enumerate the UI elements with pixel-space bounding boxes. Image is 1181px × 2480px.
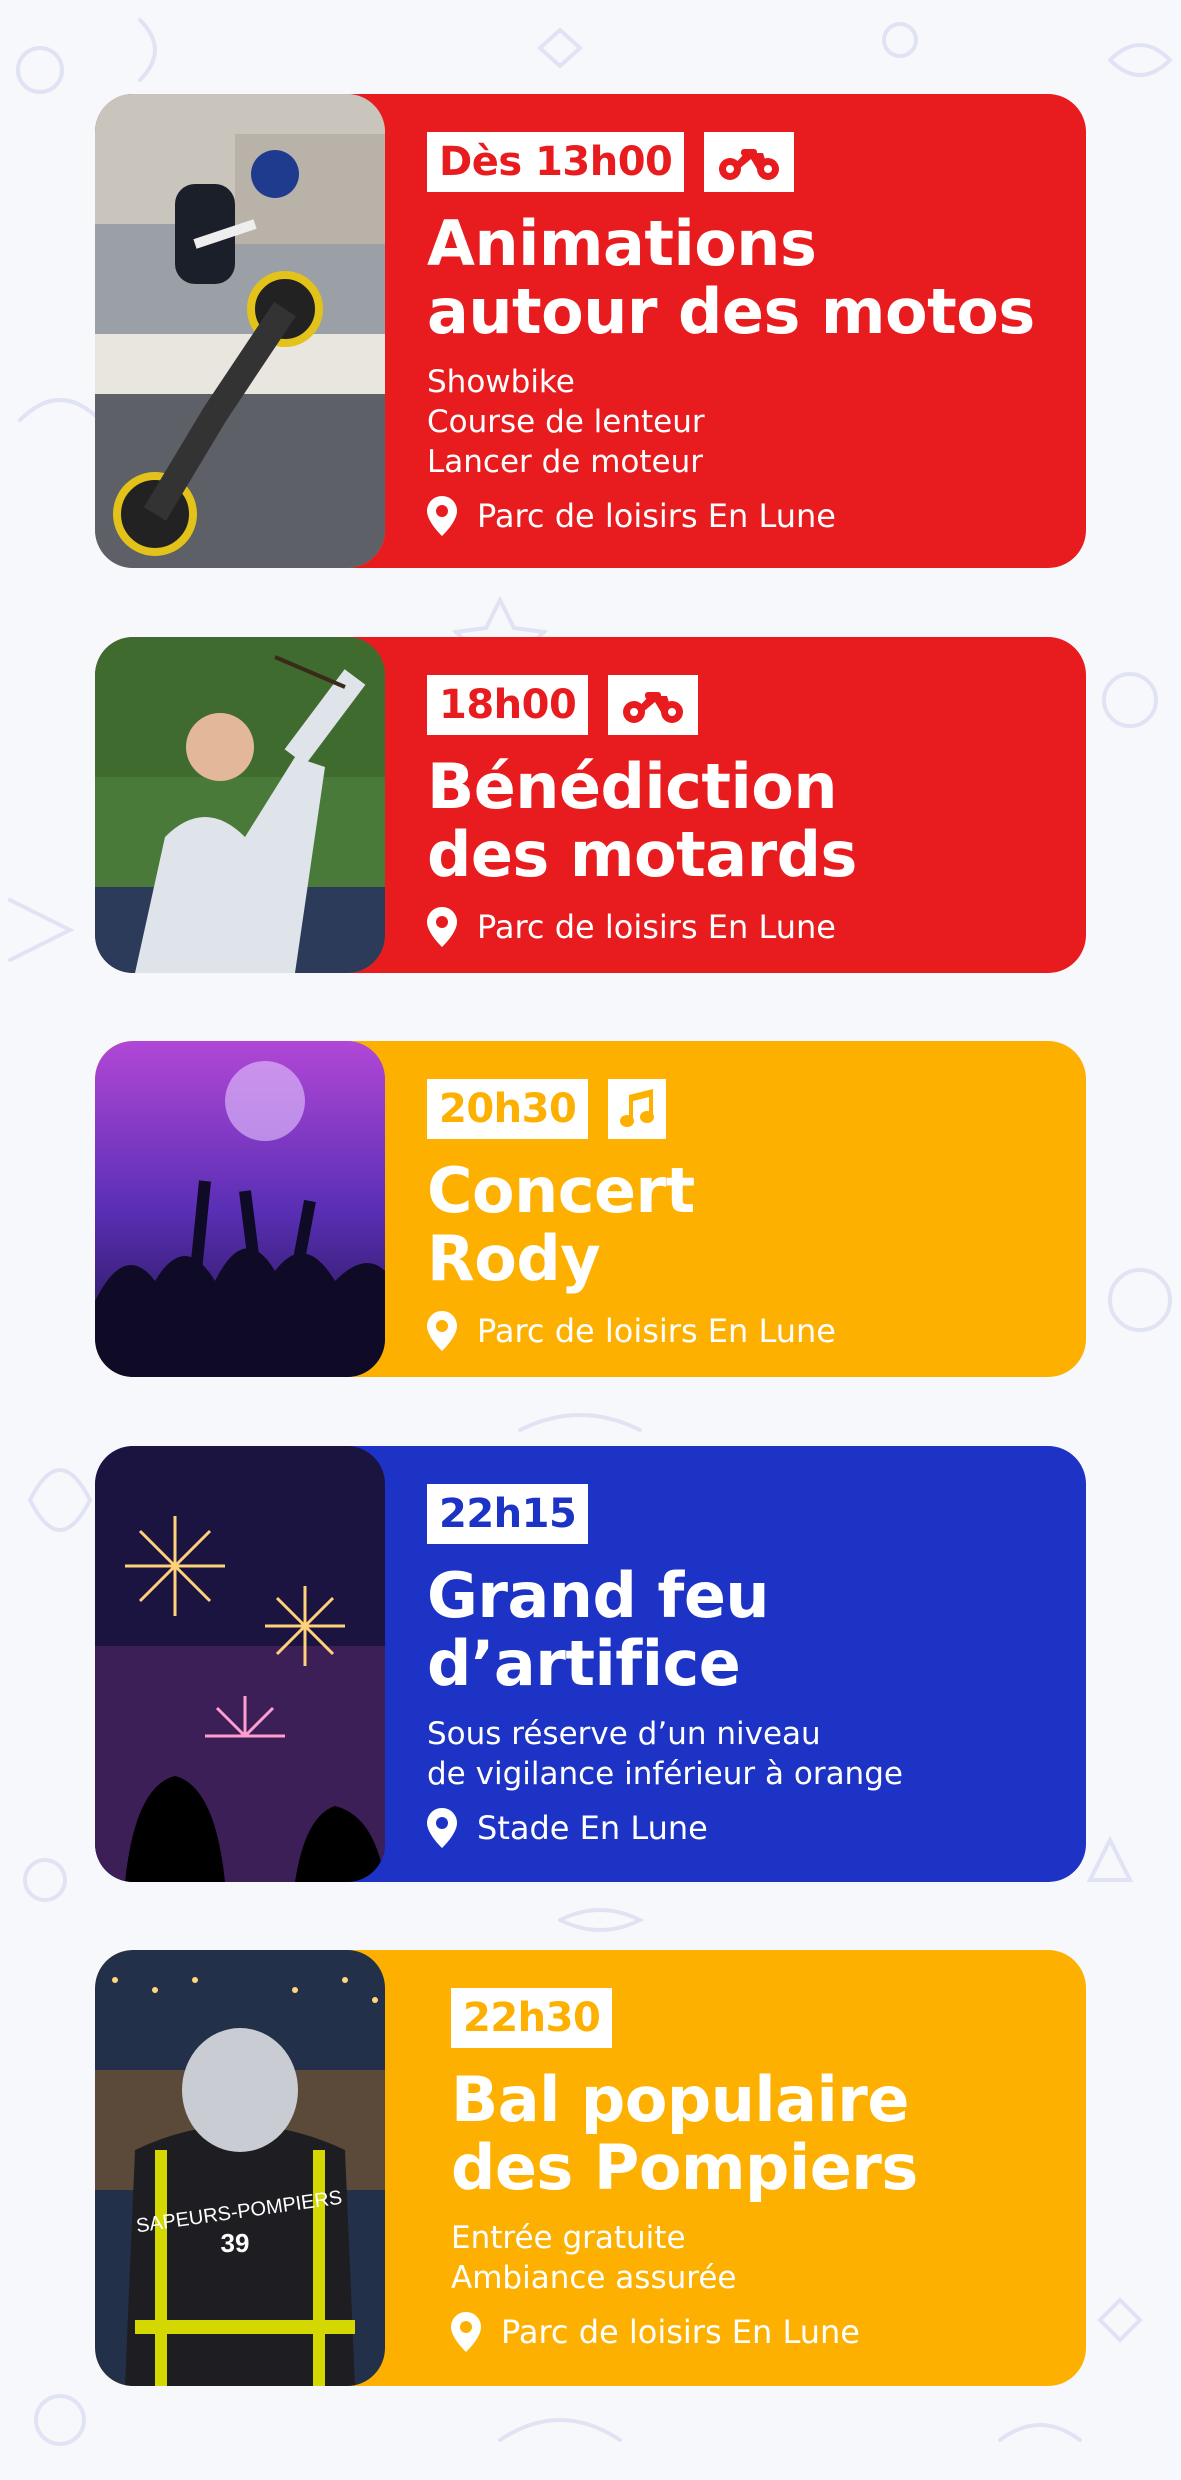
music-note-icon [608,1079,667,1139]
event-photo-fireworks [95,1446,385,1882]
event-location-text: Parc de loisirs En Lune [477,908,836,946]
event-content: 20h30 Concert Rody Parc de loisirs En Lu… [385,1041,1086,1377]
location-pin-icon [427,1311,457,1351]
event-location: Parc de loisirs En Lune [427,496,1086,536]
event-photo-priest-blessing [95,637,385,973]
event-location: Parc de loisirs En Lune [427,1311,1086,1351]
location-pin-icon [427,907,457,947]
event-description: Sous réserve d’un niveau de vigilance in… [427,1716,903,1792]
event-location-text: Stade En Lune [477,1809,708,1847]
event-content: Dès 13h00 Animations autour des motos Sh… [385,94,1086,568]
event-location: Parc de loisirs En Lune [451,2312,1086,2352]
event-location: Parc de loisirs En Lune [427,907,1086,947]
event-content: 22h15 Grand feu d’artifice Sous réserve … [385,1446,1086,1882]
location-pin-icon [451,2312,481,2352]
event-time: 22h15 [427,1484,589,1544]
motorcycle-icon [704,132,795,192]
event-description: Showbike Course de lenteur Lancer de mot… [427,364,705,480]
event-title: Grand feu d’artifice [427,1559,770,1700]
event-card-fireworks: 22h15 Grand feu d’artifice Sous réserve … [95,1446,1086,1882]
event-time: Dès 13h00 [427,132,685,192]
event-location: Stade En Lune [427,1808,1086,1848]
motorcycle-icon [608,675,699,735]
event-content: 18h00 Bénédiction des motards Parc de lo… [385,637,1086,973]
event-title: Animations autour des motos [427,207,1035,348]
event-location-text: Parc de loisirs En Lune [477,1312,836,1350]
firefighter-jacket-number: 39 [221,2228,250,2258]
event-card-bal-pompiers: SAPEURS-POMPIERS 39 22h30 Bal populaire … [95,1950,1086,2386]
event-photo-concert-crowd [95,1041,385,1377]
location-pin-icon [427,1808,457,1848]
event-card-motos: Dès 13h00 Animations autour des motos Sh… [95,94,1086,568]
event-card-benediction: 18h00 Bénédiction des motards Parc de lo… [95,637,1086,973]
location-pin-icon [427,496,457,536]
event-location-text: Parc de loisirs En Lune [477,497,836,535]
event-photo-stunt-bike [95,94,385,568]
event-title: Concert Rody [427,1154,695,1295]
event-time: 22h30 [451,1988,613,2048]
event-photo-firefighter: SAPEURS-POMPIERS 39 [95,1950,385,2386]
event-description: Entrée gratuite Ambiance assurée [451,2220,737,2296]
event-location-text: Parc de loisirs En Lune [501,2313,860,2351]
event-time: 18h00 [427,675,589,735]
event-title: Bénédiction des motards [427,750,857,891]
event-time: 20h30 [427,1079,589,1139]
event-card-concert: 20h30 Concert Rody Parc de loisirs En Lu… [95,1041,1086,1377]
event-content: 22h30 Bal populaire des Pompiers Entrée … [385,1950,1086,2386]
event-title: Bal populaire des Pompiers [451,2063,918,2204]
